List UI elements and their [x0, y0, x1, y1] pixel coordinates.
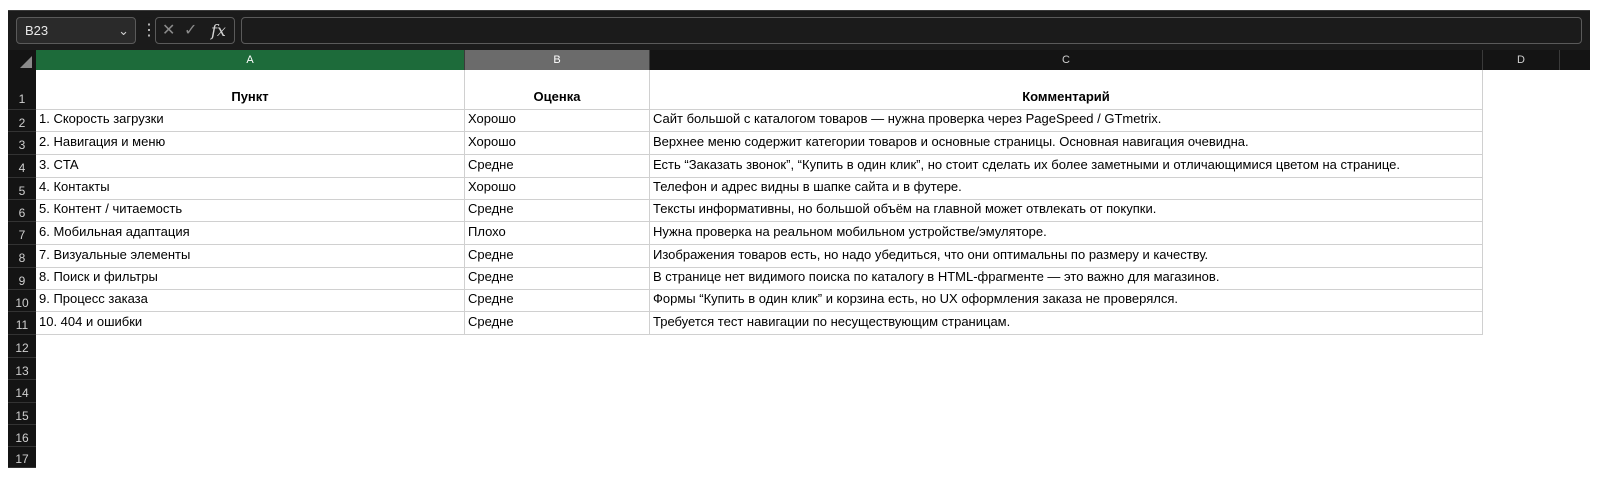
table-cell[interactable]: 8. Поиск и фильтры — [36, 268, 465, 290]
table-cell[interactable]: Требуется тест навигации по несуществующ… — [650, 312, 1483, 335]
name-box[interactable]: B23 ⌄ — [16, 17, 136, 44]
table-cell[interactable]: Средне — [465, 155, 650, 178]
row-headers: 1 2 3 4 5 6 7 8 9 10 11 12 13 14 15 16 17 — [8, 70, 36, 468]
header-cell[interactable]: Оценка — [465, 70, 650, 110]
table-cell[interactable]: Верхнее меню содержит категории товаров … — [650, 132, 1483, 155]
header-cell[interactable]: Комментарий — [650, 70, 1483, 110]
table-cell[interactable]: Средне — [465, 312, 650, 335]
table-cell[interactable]: 9. Процесс заказа — [36, 290, 465, 312]
row-header-10[interactable]: 10 — [8, 290, 36, 312]
table-cell[interactable]: Плохо — [465, 222, 650, 245]
table-cell[interactable]: Телефон и адрес видны в шапке сайта и в … — [650, 178, 1483, 200]
formula-input[interactable] — [241, 17, 1582, 44]
chevron-down-icon[interactable]: ⌄ — [118, 18, 129, 43]
row-header-15[interactable]: 15 — [8, 403, 36, 425]
close-icon[interactable]: ✕ — [162, 21, 175, 41]
table-cell[interactable]: 3. CTA — [36, 155, 465, 178]
formula-toolbar: B23 ⌄ ⋮ ✕ ✓ fx — [8, 10, 1590, 51]
row-header-5[interactable]: 5 — [8, 178, 36, 200]
table-cell[interactable]: 1. Скорость загрузки — [36, 110, 465, 132]
table-cell[interactable]: 4. Контакты — [36, 178, 465, 200]
table-cell[interactable]: Средне — [465, 245, 650, 268]
column-headers: ABCD — [8, 50, 1590, 70]
select-all-button[interactable] — [8, 50, 36, 70]
table-cell[interactable]: Хорошо — [465, 178, 650, 200]
insert-function-button[interactable]: fx — [211, 21, 226, 41]
table-cell[interactable]: 5. Контент / читаемость — [36, 200, 465, 222]
table-cell[interactable]: Тексты информативны, но большой объём на… — [650, 200, 1483, 222]
table-cell[interactable]: Есть “Заказать звонок”, “Купить в один к… — [650, 155, 1483, 178]
table-cell[interactable]: Нужна проверка на реальном мобильном уст… — [650, 222, 1483, 245]
row-header-3[interactable]: 3 — [8, 132, 36, 155]
row-header-14[interactable]: 14 — [8, 380, 36, 403]
row-header-8[interactable]: 8 — [8, 245, 36, 268]
row-header-7[interactable]: 7 — [8, 222, 36, 245]
row-header-6[interactable]: 6 — [8, 200, 36, 222]
row-header-2[interactable]: 2 — [8, 110, 36, 132]
table-cell[interactable]: Средне — [465, 200, 650, 222]
column-header-b[interactable]: B — [465, 50, 650, 70]
column-header-a[interactable]: A — [36, 50, 465, 70]
table-cell[interactable]: Сайт большой с каталогом товаров — нужна… — [650, 110, 1483, 132]
table-cell[interactable]: 6. Мобильная адаптация — [36, 222, 465, 245]
row-header-4[interactable]: 4 — [8, 155, 36, 178]
check-icon[interactable]: ✓ — [184, 21, 197, 41]
row-header-13[interactable]: 13 — [8, 358, 36, 380]
row-header-9[interactable]: 9 — [8, 268, 36, 290]
formula-buttons: ✕ ✓ fx — [155, 17, 235, 44]
table-cell[interactable]: Средне — [465, 268, 650, 290]
table-cell[interactable]: Хорошо — [465, 132, 650, 155]
row-header-11[interactable]: 11 — [8, 312, 36, 335]
select-all-icon — [20, 56, 32, 68]
table-cell[interactable]: Изображения товаров есть, но надо убедит… — [650, 245, 1483, 268]
table-cell[interactable]: 2. Навигация и меню — [36, 132, 465, 155]
row-header-12[interactable]: 12 — [8, 335, 36, 358]
row-header-1[interactable]: 1 — [8, 70, 36, 110]
column-header-d[interactable]: D — [1483, 50, 1560, 70]
table-cell[interactable]: Хорошо — [465, 110, 650, 132]
spreadsheet-app: B23 ⌄ ⋮ ✕ ✓ fx ABCD 1 2 3 4 5 6 7 8 9 10 11 12 13 14 1… — [0, 0, 1600, 482]
row-header-16[interactable]: 16 — [8, 425, 36, 447]
header-cell[interactable]: Пункт — [36, 70, 465, 110]
table-cell[interactable]: Средне — [465, 290, 650, 312]
name-box-value: B23 — [25, 23, 49, 38]
table-cell[interactable]: В странице нет видимого поиска по катало… — [650, 268, 1483, 290]
table-cell[interactable]: Формы “Купить в один клик” и корзина ест… — [650, 290, 1483, 312]
table-cell[interactable]: 10. 404 и ошибки — [36, 312, 465, 335]
table-cell[interactable]: 7. Визуальные элементы — [36, 245, 465, 268]
column-header-c[interactable]: C — [650, 50, 1483, 70]
row-header-17[interactable]: 17 — [8, 447, 36, 468]
